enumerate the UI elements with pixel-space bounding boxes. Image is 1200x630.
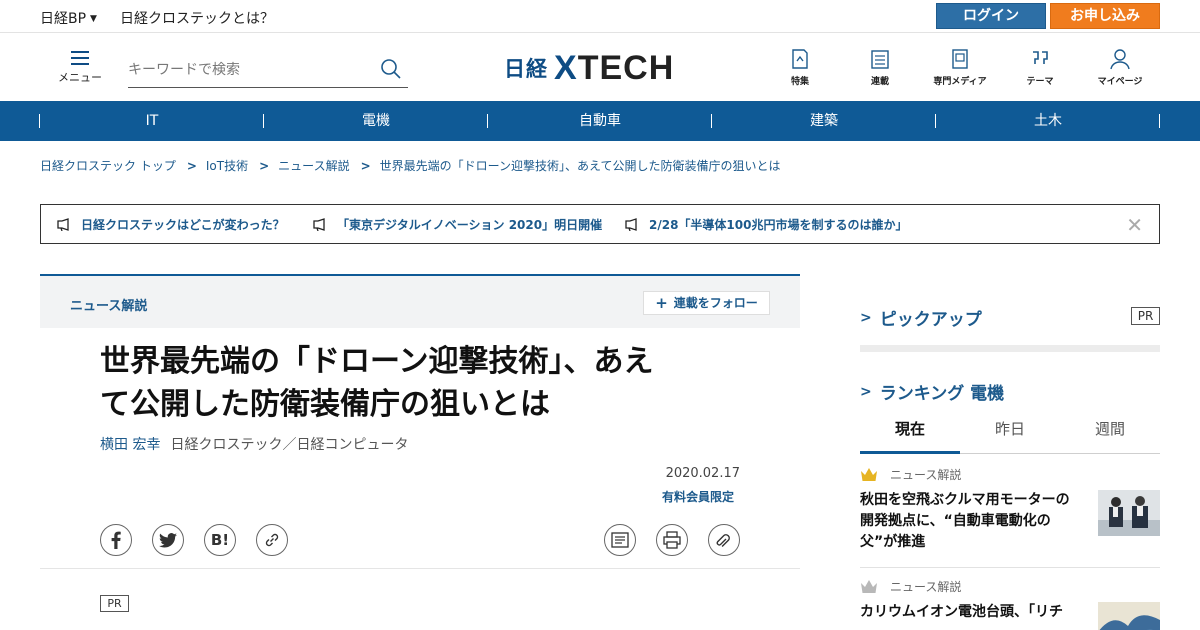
- category-nav: IT 電機 自動車 建築 土木: [0, 101, 1200, 141]
- category-civil[interactable]: 土木: [935, 101, 1160, 141]
- chevron-right-icon: >: [360, 159, 371, 173]
- breadcrumb-iot[interactable]: IoT技術: [206, 159, 248, 173]
- plus-icon: +: [655, 294, 668, 312]
- notice-item[interactable]: 「東京デジタルイノベーション 2020」明日開催: [313, 216, 602, 233]
- menu-label: メニュー: [58, 71, 102, 84]
- comment-icon: [611, 532, 629, 548]
- ranking-tabs: 現在 昨日 週間: [860, 414, 1160, 454]
- print-button[interactable]: [656, 524, 688, 556]
- notice-item[interactable]: 日経クロステックはどこが変わった？: [57, 216, 285, 233]
- article-card: ニュース解説 + 連載をフォロー 世界最先端の「ドローン迎撃技術」、あえ て公開した…: [40, 274, 800, 630]
- twitter-icon: [159, 532, 177, 548]
- chevron-right-icon: >: [860, 383, 872, 400]
- search-box: [128, 52, 408, 88]
- clip-icon: [716, 534, 730, 547]
- site-logo[interactable]: 日経 XTECH: [504, 48, 675, 87]
- ranking-divider: [860, 567, 1160, 568]
- article-divider: [40, 568, 800, 569]
- nav-theme[interactable]: テーマ: [1008, 48, 1072, 87]
- pr-badge: PR: [100, 595, 129, 612]
- series-label[interactable]: ニュース解説: [70, 295, 147, 314]
- copy-link-button[interactable]: [256, 524, 288, 556]
- feature-icon: [792, 49, 808, 69]
- article-body: 世界最先端の「ドローン迎撃技術」、あえ て公開した防衛装備庁の狙いとは 横田 宏幸…: [40, 328, 800, 630]
- pickup-heading[interactable]: > ピックアップ: [860, 305, 982, 331]
- breadcrumb-top[interactable]: 日経クロステック トップ: [40, 159, 176, 173]
- tab-yesterday[interactable]: 昨日: [960, 414, 1060, 454]
- logo-nikkei: 日経: [504, 57, 548, 81]
- nav-mypage[interactable]: マイページ: [1088, 48, 1152, 87]
- category-it[interactable]: IT: [39, 101, 264, 141]
- media-label: 日経クロステック／日経コンピュータ: [170, 437, 409, 453]
- about-link[interactable]: 日経クロステックとは？: [120, 8, 274, 28]
- comment-button[interactable]: [604, 524, 636, 556]
- pickup-placeholder: [860, 345, 1160, 352]
- top-bar: 日経BP ▼ 日経クロステックとは？ ログイン お申し込み: [0, 0, 1200, 33]
- category-architecture[interactable]: 建築: [711, 101, 936, 141]
- apply-button[interactable]: お申し込み: [1050, 3, 1160, 29]
- megaphone-icon: [313, 218, 325, 231]
- media-icon: [952, 49, 968, 69]
- members-only-badge: 有料会員限定: [661, 490, 734, 504]
- category-divider: [1159, 114, 1160, 128]
- login-button[interactable]: ログイン: [936, 3, 1046, 29]
- publish-date: 2020.02.17: [665, 466, 740, 481]
- category-electronics[interactable]: 電機: [263, 101, 488, 141]
- search-icon[interactable]: [380, 58, 402, 84]
- nikkei-bp-dropdown[interactable]: 日経BP ▼: [40, 8, 97, 28]
- facebook-share-button[interactable]: [100, 524, 132, 556]
- megaphone-icon: [625, 218, 637, 231]
- tab-weekly[interactable]: 週間: [1060, 414, 1160, 454]
- ranking-category: ニュース解説: [860, 466, 1160, 483]
- quote-icon: [1033, 51, 1048, 64]
- chevron-down-icon: ▼: [90, 14, 97, 24]
- breadcrumb-current[interactable]: 世界最先端の「ドローン迎撃技術」、あえて公開した防衛装備庁の狙いとは: [380, 159, 781, 173]
- tab-now[interactable]: 現在: [860, 414, 960, 454]
- breadcrumb-news[interactable]: ニュース解説: [278, 159, 349, 173]
- ranking-item[interactable]: ニュース解説 カリウムイオン電池台頭、「リチ: [860, 578, 1160, 630]
- twitter-share-button[interactable]: [152, 524, 184, 556]
- megaphone-icon: [57, 218, 69, 231]
- hamburger-icon: [71, 51, 89, 65]
- ranking-item[interactable]: ニュース解説 秋田を空飛ぶクルマ用モーターの開発拠点に、“自動車電動化の父”が推…: [860, 466, 1160, 566]
- site-header: メニュー 日経 XTECH 特集 連載 専門メディア テーマ マイページ: [0, 34, 1200, 101]
- user-icon: [1110, 49, 1130, 70]
- chevron-right-icon: >: [186, 159, 197, 173]
- ranking-title[interactable]: カリウムイオン電池台頭、「リチ: [860, 602, 1080, 623]
- nav-feature[interactable]: 特集: [768, 48, 832, 87]
- nav-media[interactable]: 専門メディア: [928, 48, 992, 87]
- hatena-share-button[interactable]: B!: [204, 524, 236, 556]
- breadcrumb: 日経クロステック トップ > IoT技術 > ニュース解説 > 世界最先端の「ドローン迎撃技…: [40, 157, 780, 174]
- category-automotive[interactable]: 自動車: [487, 101, 712, 141]
- crown-silver-icon: [861, 580, 877, 593]
- ranking-category: ニュース解説: [860, 578, 1160, 595]
- search-input[interactable]: [128, 56, 368, 84]
- close-icon[interactable]: ✕: [1126, 213, 1143, 237]
- ranking-title[interactable]: 秋田を空飛ぶクルマ用モーターの開発拠点に、“自動車電動化の父”が推進: [860, 490, 1080, 553]
- facebook-icon: [111, 531, 121, 549]
- logo-xtech: XTECH: [554, 48, 675, 87]
- notice-bar: 日経クロステックはどこが変わった？ 「東京デジタルイノベーション 2020」明日…: [40, 204, 1160, 244]
- nav-series[interactable]: 連載: [848, 48, 912, 87]
- ranking-heading[interactable]: > ランキング 電機: [860, 379, 1004, 405]
- series-icon: [871, 50, 889, 69]
- link-icon: [265, 533, 279, 547]
- chevron-right-icon: >: [860, 309, 872, 326]
- follow-series-button[interactable]: + 連載をフォロー: [643, 291, 770, 315]
- clip-button[interactable]: [708, 524, 740, 556]
- hatena-icon: B!: [210, 531, 230, 549]
- article-title: 世界最先端の「ドローン迎撃技術」、あえ て公開した防衛装備庁の狙いとは: [100, 344, 654, 422]
- chevron-right-icon: >: [259, 159, 270, 173]
- ranking-thumbnail[interactable]: [1098, 602, 1160, 630]
- byline: 横田 宏幸 日経クロステック／日経コンピュータ: [100, 434, 408, 454]
- nikkei-bp-label: 日経BP: [40, 11, 87, 27]
- notice-item[interactable]: 2/28「半導体100兆円市場を制するのは誰か」: [625, 216, 907, 233]
- print-icon: [663, 531, 681, 549]
- crown-gold-icon: [861, 468, 877, 481]
- ranking-thumbnail[interactable]: [1098, 490, 1160, 536]
- author-link[interactable]: 横田 宏幸: [100, 437, 160, 453]
- menu-button[interactable]: メニュー: [58, 50, 102, 90]
- pickup-pr-badge: PR: [1131, 307, 1160, 325]
